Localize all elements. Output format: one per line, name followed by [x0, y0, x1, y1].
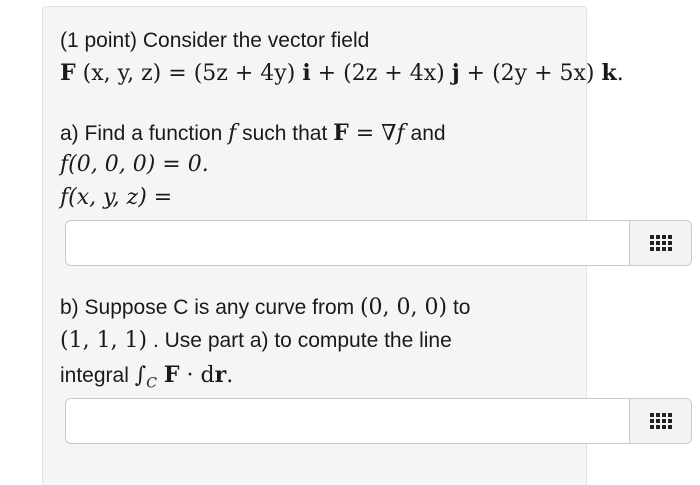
answer-a-field-wrapper — [65, 220, 692, 266]
to-point: (1, 1, 1) — [60, 328, 148, 353]
intro-text: (1 point) Consider the vector field — [60, 29, 370, 52]
plus-sign: + — [317, 61, 337, 86]
j-coefficient: (2z + 4x) — [343, 61, 445, 86]
part-a-text-3: and — [404, 122, 446, 145]
answer-a-input[interactable] — [66, 221, 631, 265]
part-a-text-2: such that — [236, 122, 334, 145]
vector-field-expression: F (x, y, z) = (5z + 4y) i + (2z + 4x) j … — [60, 60, 624, 86]
unit-k: k — [601, 60, 617, 86]
grid-icon — [649, 235, 672, 251]
from-point: (0, 0, 0) — [359, 295, 448, 320]
part-b-text-4: integral — [60, 364, 135, 387]
answer-a-label-text: f(x, y, z) = — [60, 185, 173, 210]
eq-F: F — [333, 120, 349, 146]
part-a-text: a) Find a function — [60, 122, 229, 145]
field-period: . — [616, 61, 624, 86]
field-args: (x, y, z) = — [82, 61, 194, 86]
part-b-text-3: . Use part a) to compute the line — [147, 329, 452, 352]
integral-r: r — [214, 362, 227, 388]
unit-j: j — [451, 60, 460, 86]
integral-sub-C: C — [146, 375, 157, 392]
equation-editor-button-a[interactable] — [629, 221, 691, 265]
integral-period: . — [226, 363, 234, 388]
part-b-text-2: to — [447, 296, 471, 319]
part-b-prompt-line2: (1, 1, 1) . Use part a) to compute the l… — [60, 328, 452, 353]
unit-i: i — [302, 60, 311, 86]
answer-a-label: f(x, y, z) = — [60, 185, 172, 210]
part-b-prompt-line1: b) Suppose C is any curve from (0, 0, 0)… — [60, 295, 470, 320]
eq-nabla: = ∇ — [348, 121, 397, 146]
gradient-equation: F = ∇f — [333, 120, 405, 146]
grid-icon — [649, 413, 672, 429]
plus-sign: + — [466, 61, 486, 86]
integral-F: F — [163, 362, 180, 388]
answer-b-field-wrapper — [65, 398, 692, 444]
i-coefficient: (5z + 4y) — [193, 61, 296, 86]
equation-editor-button-b[interactable] — [629, 399, 691, 443]
condition-text: f(0, 0, 0) = 0. — [60, 152, 209, 177]
integral-dot: · d — [179, 363, 215, 388]
initial-condition: f(0, 0, 0) = 0. — [60, 152, 209, 177]
answer-b-input[interactable] — [66, 399, 631, 443]
field-F: F — [60, 60, 76, 86]
part-b-text: b) Suppose C is any curve from — [60, 296, 360, 319]
line-integral: ∫C F · dr. — [134, 362, 234, 392]
eq-f: f — [396, 121, 405, 146]
k-coefficient: (2y + 5x) — [492, 61, 595, 86]
part-a-prompt: a) Find a function f such that F = ∇f an… — [60, 120, 446, 146]
part-b-prompt-line3: integral ∫C F · dr. — [60, 362, 233, 391]
integral-sign: ∫ — [134, 363, 147, 388]
